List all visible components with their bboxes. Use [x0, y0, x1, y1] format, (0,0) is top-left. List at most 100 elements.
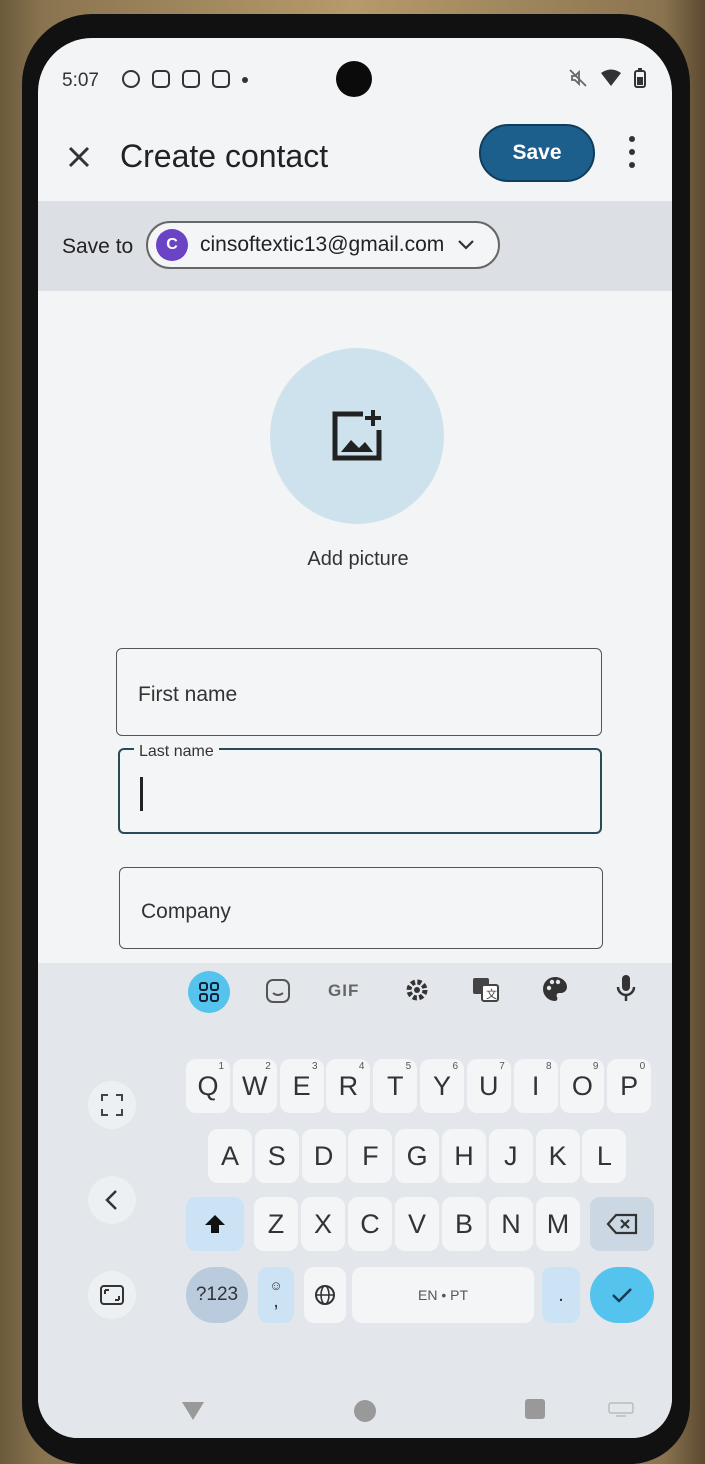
period-key[interactable]: .: [542, 1267, 580, 1323]
key-b[interactable]: B: [442, 1197, 486, 1251]
key-d[interactable]: D: [301, 1129, 346, 1183]
key-hint: 3: [312, 1061, 318, 1072]
key-j[interactable]: J: [488, 1129, 533, 1183]
palette-icon[interactable]: [541, 975, 569, 1003]
emoji-comma-key[interactable]: ☺ ,: [258, 1267, 294, 1323]
key-a[interactable]: A: [208, 1129, 252, 1183]
key-e[interactable]: E3: [279, 1059, 324, 1113]
shift-key[interactable]: [186, 1197, 244, 1251]
key-label: U: [479, 1070, 499, 1101]
account-avatar: C: [156, 229, 188, 261]
page-title: Create contact: [120, 138, 329, 174]
key-s[interactable]: S: [254, 1129, 299, 1183]
resize-keyboard-icon[interactable]: [88, 1271, 136, 1319]
account-email: cinsoftextic13@gmail.com: [200, 233, 445, 256]
key-label: A: [220, 1140, 239, 1171]
app-notification-icon: [122, 70, 140, 88]
key-u[interactable]: U7: [466, 1059, 511, 1113]
account-selector[interactable]: C cinsoftextic13@gmail.com: [146, 221, 500, 269]
backspace-key[interactable]: [590, 1197, 654, 1251]
checkmark-icon: [612, 1288, 632, 1303]
mute-icon: [569, 69, 587, 87]
key-g[interactable]: G: [395, 1129, 440, 1183]
key-p[interactable]: P0: [607, 1059, 652, 1113]
nav-home-icon[interactable]: [352, 1398, 378, 1424]
sim-icon: [152, 70, 170, 88]
back-arrow-icon[interactable]: [88, 1176, 136, 1224]
key-n[interactable]: N: [489, 1197, 533, 1251]
more-vert-icon[interactable]: [620, 134, 644, 170]
key-w[interactable]: W2: [232, 1059, 277, 1113]
key-label: P: [620, 1070, 639, 1101]
key-label: Q: [197, 1070, 219, 1101]
key-label: G: [406, 1140, 428, 1171]
front-camera: [336, 61, 372, 97]
key-label: N: [501, 1208, 521, 1239]
key-k[interactable]: K: [535, 1129, 580, 1183]
key-v[interactable]: V: [395, 1197, 439, 1251]
key-label: O: [571, 1070, 593, 1101]
add-picture-button[interactable]: [270, 348, 444, 524]
key-hint: 5: [405, 1061, 412, 1072]
key-hint: 0: [639, 1061, 646, 1072]
key-l[interactable]: L: [582, 1129, 627, 1183]
text-cursor: [140, 777, 143, 811]
globe-icon[interactable]: [304, 1267, 346, 1323]
space-key[interactable]: EN • PT: [352, 1267, 534, 1323]
key-label: E: [292, 1070, 311, 1101]
key-m[interactable]: M: [536, 1197, 580, 1251]
key-y[interactable]: Y6: [420, 1059, 464, 1113]
company-placeholder: Company: [141, 900, 231, 923]
key-o[interactable]: O9: [560, 1059, 605, 1113]
key-label: Z: [267, 1208, 285, 1239]
navigation-bar: [38, 1388, 672, 1438]
key-label: I: [531, 1070, 540, 1101]
first-name-placeholder: First name: [138, 683, 238, 706]
key-label: X: [313, 1208, 332, 1239]
key-label: L: [596, 1140, 612, 1171]
key-q[interactable]: Q1: [186, 1059, 230, 1113]
key-label: V: [407, 1208, 426, 1239]
battery-icon: [634, 68, 646, 88]
key-h[interactable]: H: [442, 1129, 486, 1183]
symbols-key[interactable]: ?123: [186, 1267, 248, 1323]
key-r[interactable]: R4: [326, 1059, 371, 1113]
keyboard-switcher-icon[interactable]: [608, 1402, 634, 1418]
wifi-icon: [601, 69, 621, 86]
key-label: T: [386, 1070, 404, 1101]
save-button[interactable]: Save: [479, 124, 595, 182]
key-hint: 4: [358, 1061, 365, 1072]
key-label: M: [546, 1208, 570, 1239]
gif-icon[interactable]: GIF: [328, 981, 359, 1001]
key-z[interactable]: Z: [254, 1197, 298, 1251]
sticker-icon[interactable]: [262, 975, 294, 1007]
key-t[interactable]: T5: [373, 1059, 418, 1113]
keyboard: GIF 文 Q1W2E3R4T5Y6U7I8O9P0 ASDFGHJKL Z X…: [38, 963, 672, 1393]
key-x[interactable]: X: [301, 1197, 345, 1251]
nav-recents-icon[interactable]: [524, 1398, 546, 1420]
key-label: R: [338, 1070, 359, 1101]
chat-icon: [212, 70, 230, 88]
key-label: H: [454, 1140, 474, 1171]
key-label: J: [504, 1140, 518, 1171]
expand-keyboard-icon[interactable]: [88, 1081, 136, 1129]
add-picture-label: Add picture: [307, 548, 409, 570]
key-hint: 8: [546, 1061, 552, 1072]
key-i[interactable]: I8: [513, 1059, 558, 1113]
comma-label: ,: [273, 1291, 279, 1312]
key-f[interactable]: F: [348, 1129, 393, 1183]
enter-key[interactable]: [590, 1267, 654, 1323]
key-label: W: [242, 1070, 268, 1101]
key-hint: 7: [499, 1061, 505, 1072]
svg-text:文: 文: [486, 987, 497, 1001]
mic-icon[interactable]: [616, 973, 636, 1003]
apps-grid-icon[interactable]: [188, 971, 230, 1013]
key-hint: 1: [218, 1061, 224, 1072]
close-icon[interactable]: [62, 140, 96, 174]
key-label: B: [454, 1208, 473, 1239]
key-c[interactable]: C: [348, 1197, 392, 1251]
system-status: [568, 68, 646, 88]
translate-icon[interactable]: 文: [472, 977, 500, 1003]
settings-icon[interactable]: [404, 977, 430, 1003]
nav-back-icon[interactable]: [180, 1400, 206, 1422]
